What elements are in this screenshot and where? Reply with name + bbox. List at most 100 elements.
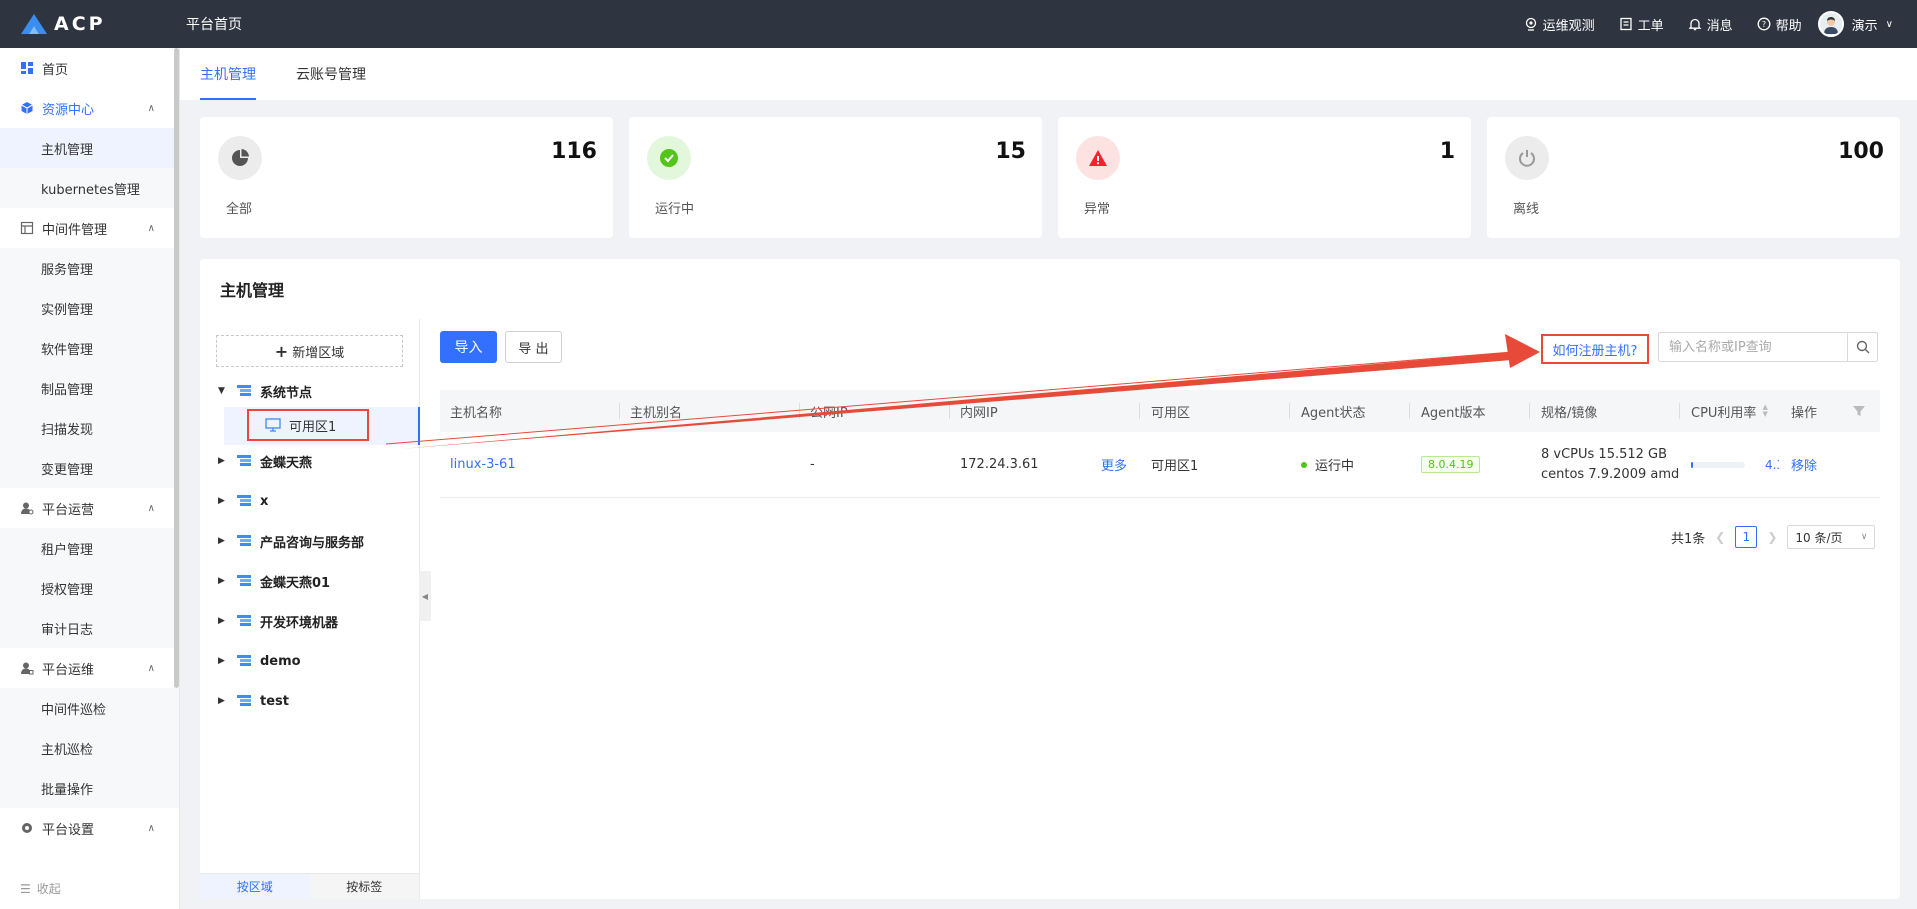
filter-icon[interactable] (1852, 390, 1866, 432)
spec-image: 8 vCPUs 15.512 GB centos 7.9.2009 amd6 (1541, 432, 1679, 497)
cpu-progress-fill (1691, 461, 1694, 468)
add-region-button[interactable]: + 新增区域 (216, 335, 403, 367)
sidebar-group-resource-center[interactable]: 资源中心 ∧ (0, 88, 179, 128)
svg-text:?: ? (1762, 20, 1766, 29)
sidebar-group-operation[interactable]: 平台运营 ∧ (0, 488, 179, 528)
column-divider[interactable] (1139, 403, 1140, 419)
platform-home-link[interactable]: 平台首页 (186, 14, 242, 34)
tab-host-management[interactable]: 主机管理 (200, 48, 256, 100)
table-row: linux-3-61 - 172.24.3.61 更多 可用区1 运行中 8.0… (440, 432, 1880, 498)
tab-by-region[interactable]: 按区域 (200, 873, 310, 899)
column-divider[interactable] (619, 403, 620, 419)
sidebar-item-change[interactable]: 变更管理 (0, 448, 179, 488)
search-button[interactable] (1847, 333, 1877, 361)
menu-fold-icon: ☰ (20, 881, 31, 896)
sidebar-item-middleware-inspection[interactable]: 中间件巡检 (0, 688, 179, 728)
header-agent-version[interactable]: Agent版本 (1421, 390, 1485, 432)
sidebar-item-batch-operation[interactable]: 批量操作 (0, 768, 179, 808)
column-divider[interactable] (1289, 403, 1290, 419)
tree-node-x[interactable]: ▶ x (218, 487, 268, 515)
header-private-ip[interactable]: 内网IP (960, 390, 998, 432)
sidebar-item-host-management[interactable]: 主机管理 (0, 128, 179, 168)
bell-icon (1688, 18, 1702, 31)
tree-node-dev-env[interactable]: ▶ 开发环境机器 (218, 607, 338, 635)
tree-collapse-handle[interactable]: ◀ (419, 571, 431, 621)
tree-view-tabs: 按区域 按标签 (200, 873, 419, 899)
tree-node-demo[interactable]: ▶ demo (218, 647, 301, 675)
column-divider[interactable] (1529, 403, 1530, 419)
sidebar-item-host-inspection[interactable]: 主机巡检 (0, 728, 179, 768)
help-icon: ? (1757, 17, 1771, 31)
user-gear-icon (20, 501, 34, 515)
page-number[interactable]: 1 (1735, 526, 1758, 548)
page-size-select[interactable]: 10 条/页 ∨ (1787, 525, 1876, 549)
column-divider[interactable] (1409, 403, 1410, 419)
how-to-register-host-link[interactable]: 如何注册主机? (1541, 334, 1649, 364)
tree-node-product-consulting[interactable]: ▶ 产品咨询与服务部 (218, 527, 364, 555)
import-button[interactable]: 导入 (440, 331, 497, 363)
more-ip-link[interactable]: 更多 (1101, 432, 1127, 497)
remove-link[interactable]: 移除 (1791, 432, 1817, 497)
caret-down-icon: ▼ (218, 386, 225, 396)
folder-icon (237, 615, 251, 626)
user-menu[interactable]: 演示 ∨ (1817, 11, 1893, 37)
tree-node-kingdee[interactable]: ▶ 金蝶天燕 (218, 447, 312, 475)
region-tree: + 新增区域 ▼ 系统节点 可用区1 ▶ 金蝶天燕 ▶ x ▶ 产品咨询与服务部 (200, 319, 420, 899)
tree-node-kingdee-01[interactable]: ▶ 金蝶天燕01 (218, 567, 330, 595)
column-divider[interactable] (799, 403, 800, 419)
tab-cloud-account[interactable]: 云账号管理 (296, 48, 366, 100)
logo[interactable]: ACP (20, 13, 160, 35)
header-agent-status[interactable]: Agent状态 (1301, 390, 1365, 432)
sidebar-collapse-button[interactable]: ☰ 收起 (20, 880, 61, 897)
sidebar-item-software[interactable]: 软件管理 (0, 328, 179, 368)
host-name-link[interactable]: linux-3-61 (450, 432, 516, 497)
sidebar-group-settings[interactable]: 平台设置 ∧ (0, 808, 179, 848)
help-link[interactable]: ? 帮助 (1757, 15, 1802, 34)
next-page-icon[interactable]: ❯ (1767, 530, 1777, 544)
sidebar-item-home[interactable]: 首页 (0, 48, 179, 88)
chevron-up-icon: ∧ (147, 662, 155, 674)
folder-icon (237, 695, 251, 706)
power-icon (1505, 136, 1549, 180)
header-zone[interactable]: 可用区 (1151, 390, 1190, 432)
tree-node-zone-1[interactable]: 可用区1 (247, 409, 369, 441)
public-ip: - (810, 457, 815, 472)
header-cpu-usage[interactable]: CPU利用率 ▲ ▼ (1691, 390, 1768, 432)
top-bar: ACP 平台首页 运维观测 工单 消息 ? 帮助 演示 ∨ (0, 0, 1917, 48)
sidebar-group-maintenance[interactable]: 平台运维 ∧ (0, 648, 179, 688)
column-divider[interactable] (1679, 403, 1680, 419)
search-input[interactable] (1659, 333, 1847, 361)
agent-version: 8.0.4.19 (1421, 432, 1481, 497)
tab-by-tag[interactable]: 按标签 (309, 873, 419, 899)
sidebar-item-scan[interactable]: 扫描发现 (0, 408, 179, 448)
prev-page-icon[interactable]: ❮ (1715, 530, 1725, 544)
column-divider[interactable] (949, 403, 950, 419)
sidebar-item-service[interactable]: 服务管理 (0, 248, 179, 288)
message-link[interactable]: 消息 (1688, 15, 1733, 34)
tree-node-test[interactable]: ▶ test (218, 687, 289, 715)
header-public-ip[interactable]: 公网IP (810, 390, 848, 432)
header-host-name[interactable]: 主机名称 (450, 390, 502, 432)
sidebar-item-kubernetes[interactable]: kubernetes管理 (0, 168, 179, 208)
stat-card-all[interactable]: 116 全部 (200, 117, 613, 238)
stat-value: 100 (1838, 139, 1884, 164)
sidebar-item-audit-log[interactable]: 审计日志 (0, 608, 179, 648)
ops-observe-link[interactable]: 运维观测 (1524, 15, 1595, 34)
sidebar-item-tenant[interactable]: 租户管理 (0, 528, 179, 568)
stat-card-abnormal[interactable]: 1 异常 (1058, 117, 1471, 238)
export-button[interactable]: 导 出 (505, 331, 562, 363)
sidebar-item-instance[interactable]: 实例管理 (0, 288, 179, 328)
header-host-alias[interactable]: 主机别名 (630, 390, 682, 432)
sidebar-item-artifact[interactable]: 制品管理 (0, 368, 179, 408)
caret-right-icon: ▶ (218, 696, 225, 706)
tree-node-system[interactable]: ▼ 系统节点 (218, 377, 312, 405)
stat-card-offline[interactable]: 100 离线 (1487, 117, 1900, 238)
caret-right-icon: ▶ (218, 456, 225, 466)
sidebar-group-middleware[interactable]: 中间件管理 ∧ (0, 208, 179, 248)
header-spec-image[interactable]: 规格/镜像 (1541, 390, 1597, 432)
stat-card-running[interactable]: 15 运行中 (629, 117, 1042, 238)
sidebar-item-authorization[interactable]: 授权管理 (0, 568, 179, 608)
ticket-link[interactable]: 工单 (1619, 15, 1664, 34)
sidebar-scrollbar[interactable] (174, 48, 179, 688)
caret-left-icon: ◀ (421, 591, 429, 601)
